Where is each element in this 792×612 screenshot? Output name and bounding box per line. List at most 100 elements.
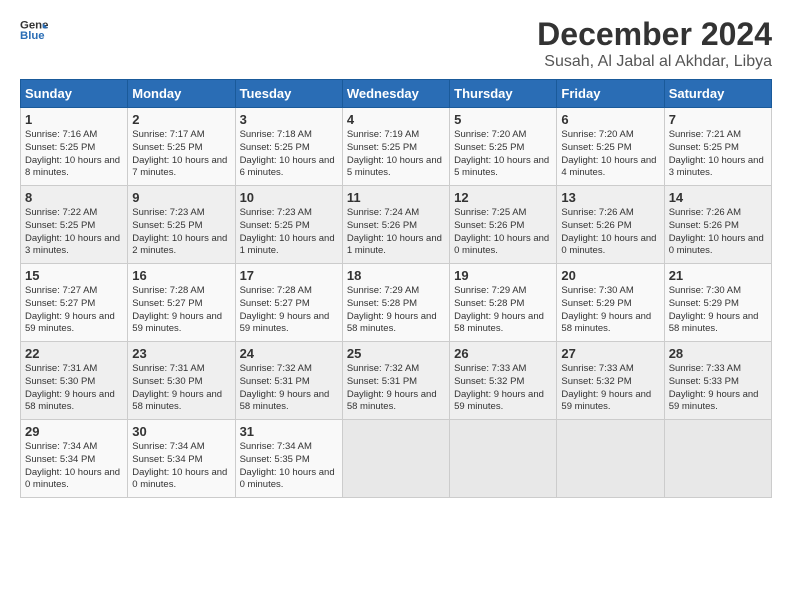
day-number: 16 [132, 268, 230, 283]
cell-detail: Sunrise: 7:25 AMSunset: 5:26 PMDaylight:… [454, 207, 552, 258]
cell-detail: Sunrise: 7:19 AMSunset: 5:25 PMDaylight:… [347, 129, 445, 180]
calendar-cell: 29 Sunrise: 7:34 AMSunset: 5:34 PMDaylig… [21, 420, 128, 498]
cell-detail: Sunrise: 7:23 AMSunset: 5:25 PMDaylight:… [240, 207, 338, 258]
day-number: 25 [347, 346, 445, 361]
calendar-cell [557, 420, 664, 498]
cell-detail: Sunrise: 7:26 AMSunset: 5:26 PMDaylight:… [669, 207, 767, 258]
cell-detail: Sunrise: 7:21 AMSunset: 5:25 PMDaylight:… [669, 129, 767, 180]
day-number: 29 [25, 424, 123, 439]
day-number: 24 [240, 346, 338, 361]
cell-detail: Sunrise: 7:33 AMSunset: 5:33 PMDaylight:… [669, 363, 767, 414]
calendar-cell: 10 Sunrise: 7:23 AMSunset: 5:25 PMDaylig… [235, 186, 342, 264]
cell-detail: Sunrise: 7:34 AMSunset: 5:35 PMDaylight:… [240, 441, 338, 492]
calendar-cell: 7 Sunrise: 7:21 AMSunset: 5:25 PMDayligh… [664, 108, 771, 186]
cell-detail: Sunrise: 7:28 AMSunset: 5:27 PMDaylight:… [240, 285, 338, 336]
col-tuesday: Tuesday [235, 80, 342, 108]
cell-detail: Sunrise: 7:23 AMSunset: 5:25 PMDaylight:… [132, 207, 230, 258]
col-sunday: Sunday [21, 80, 128, 108]
day-number: 31 [240, 424, 338, 439]
calendar-week-1: 1 Sunrise: 7:16 AMSunset: 5:25 PMDayligh… [21, 108, 772, 186]
calendar-cell [342, 420, 449, 498]
header: General Blue December 2024 Susah, Al Jab… [20, 16, 772, 71]
day-number: 26 [454, 346, 552, 361]
day-number: 6 [561, 112, 659, 127]
calendar-cell: 6 Sunrise: 7:20 AMSunset: 5:25 PMDayligh… [557, 108, 664, 186]
calendar-cell: 24 Sunrise: 7:32 AMSunset: 5:31 PMDaylig… [235, 342, 342, 420]
title-block: December 2024 Susah, Al Jabal al Akhdar,… [537, 16, 772, 71]
calendar-cell: 23 Sunrise: 7:31 AMSunset: 5:30 PMDaylig… [128, 342, 235, 420]
day-number: 7 [669, 112, 767, 127]
day-number: 18 [347, 268, 445, 283]
day-number: 10 [240, 190, 338, 205]
calendar-cell: 4 Sunrise: 7:19 AMSunset: 5:25 PMDayligh… [342, 108, 449, 186]
calendar-cell: 28 Sunrise: 7:33 AMSunset: 5:33 PMDaylig… [664, 342, 771, 420]
day-number: 9 [132, 190, 230, 205]
cell-detail: Sunrise: 7:31 AMSunset: 5:30 PMDaylight:… [25, 363, 123, 414]
calendar-cell: 30 Sunrise: 7:34 AMSunset: 5:34 PMDaylig… [128, 420, 235, 498]
calendar-cell [664, 420, 771, 498]
cell-detail: Sunrise: 7:33 AMSunset: 5:32 PMDaylight:… [561, 363, 659, 414]
cell-detail: Sunrise: 7:20 AMSunset: 5:25 PMDaylight:… [561, 129, 659, 180]
subtitle: Susah, Al Jabal al Akhdar, Libya [537, 53, 772, 71]
calendar-cell: 31 Sunrise: 7:34 AMSunset: 5:35 PMDaylig… [235, 420, 342, 498]
logo-icon: General Blue [20, 16, 48, 44]
svg-text:Blue: Blue [20, 30, 45, 42]
calendar-cell: 5 Sunrise: 7:20 AMSunset: 5:25 PMDayligh… [450, 108, 557, 186]
calendar-cell: 16 Sunrise: 7:28 AMSunset: 5:27 PMDaylig… [128, 264, 235, 342]
header-row: Sunday Monday Tuesday Wednesday Thursday… [21, 80, 772, 108]
day-number: 28 [669, 346, 767, 361]
col-saturday: Saturday [664, 80, 771, 108]
calendar-cell: 2 Sunrise: 7:17 AMSunset: 5:25 PMDayligh… [128, 108, 235, 186]
calendar-cell: 15 Sunrise: 7:27 AMSunset: 5:27 PMDaylig… [21, 264, 128, 342]
day-number: 21 [669, 268, 767, 283]
calendar-cell: 12 Sunrise: 7:25 AMSunset: 5:26 PMDaylig… [450, 186, 557, 264]
day-number: 8 [25, 190, 123, 205]
cell-detail: Sunrise: 7:30 AMSunset: 5:29 PMDaylight:… [669, 285, 767, 336]
day-number: 20 [561, 268, 659, 283]
calendar-week-2: 8 Sunrise: 7:22 AMSunset: 5:25 PMDayligh… [21, 186, 772, 264]
cell-detail: Sunrise: 7:34 AMSunset: 5:34 PMDaylight:… [25, 441, 123, 492]
calendar-cell: 14 Sunrise: 7:26 AMSunset: 5:26 PMDaylig… [664, 186, 771, 264]
col-friday: Friday [557, 80, 664, 108]
cell-detail: Sunrise: 7:34 AMSunset: 5:34 PMDaylight:… [132, 441, 230, 492]
day-number: 5 [454, 112, 552, 127]
calendar-cell: 17 Sunrise: 7:28 AMSunset: 5:27 PMDaylig… [235, 264, 342, 342]
day-number: 2 [132, 112, 230, 127]
cell-detail: Sunrise: 7:26 AMSunset: 5:26 PMDaylight:… [561, 207, 659, 258]
day-number: 14 [669, 190, 767, 205]
day-number: 12 [454, 190, 552, 205]
calendar-week-3: 15 Sunrise: 7:27 AMSunset: 5:27 PMDaylig… [21, 264, 772, 342]
cell-detail: Sunrise: 7:22 AMSunset: 5:25 PMDaylight:… [25, 207, 123, 258]
calendar-cell: 18 Sunrise: 7:29 AMSunset: 5:28 PMDaylig… [342, 264, 449, 342]
day-number: 13 [561, 190, 659, 205]
cell-detail: Sunrise: 7:18 AMSunset: 5:25 PMDaylight:… [240, 129, 338, 180]
col-monday: Monday [128, 80, 235, 108]
calendar-cell: 3 Sunrise: 7:18 AMSunset: 5:25 PMDayligh… [235, 108, 342, 186]
calendar-cell: 11 Sunrise: 7:24 AMSunset: 5:26 PMDaylig… [342, 186, 449, 264]
cell-detail: Sunrise: 7:32 AMSunset: 5:31 PMDaylight:… [347, 363, 445, 414]
day-number: 4 [347, 112, 445, 127]
logo: General Blue [20, 16, 48, 44]
day-number: 1 [25, 112, 123, 127]
day-number: 23 [132, 346, 230, 361]
calendar-cell: 9 Sunrise: 7:23 AMSunset: 5:25 PMDayligh… [128, 186, 235, 264]
day-number: 19 [454, 268, 552, 283]
day-number: 30 [132, 424, 230, 439]
col-wednesday: Wednesday [342, 80, 449, 108]
calendar-cell: 26 Sunrise: 7:33 AMSunset: 5:32 PMDaylig… [450, 342, 557, 420]
cell-detail: Sunrise: 7:30 AMSunset: 5:29 PMDaylight:… [561, 285, 659, 336]
cell-detail: Sunrise: 7:20 AMSunset: 5:25 PMDaylight:… [454, 129, 552, 180]
day-number: 3 [240, 112, 338, 127]
page: General Blue December 2024 Susah, Al Jab… [0, 0, 792, 612]
calendar-week-4: 22 Sunrise: 7:31 AMSunset: 5:30 PMDaylig… [21, 342, 772, 420]
cell-detail: Sunrise: 7:29 AMSunset: 5:28 PMDaylight:… [454, 285, 552, 336]
cell-detail: Sunrise: 7:32 AMSunset: 5:31 PMDaylight:… [240, 363, 338, 414]
cell-detail: Sunrise: 7:31 AMSunset: 5:30 PMDaylight:… [132, 363, 230, 414]
calendar-cell: 13 Sunrise: 7:26 AMSunset: 5:26 PMDaylig… [557, 186, 664, 264]
col-thursday: Thursday [450, 80, 557, 108]
cell-detail: Sunrise: 7:28 AMSunset: 5:27 PMDaylight:… [132, 285, 230, 336]
calendar-cell: 22 Sunrise: 7:31 AMSunset: 5:30 PMDaylig… [21, 342, 128, 420]
calendar-cell: 21 Sunrise: 7:30 AMSunset: 5:29 PMDaylig… [664, 264, 771, 342]
calendar-cell: 25 Sunrise: 7:32 AMSunset: 5:31 PMDaylig… [342, 342, 449, 420]
day-number: 11 [347, 190, 445, 205]
